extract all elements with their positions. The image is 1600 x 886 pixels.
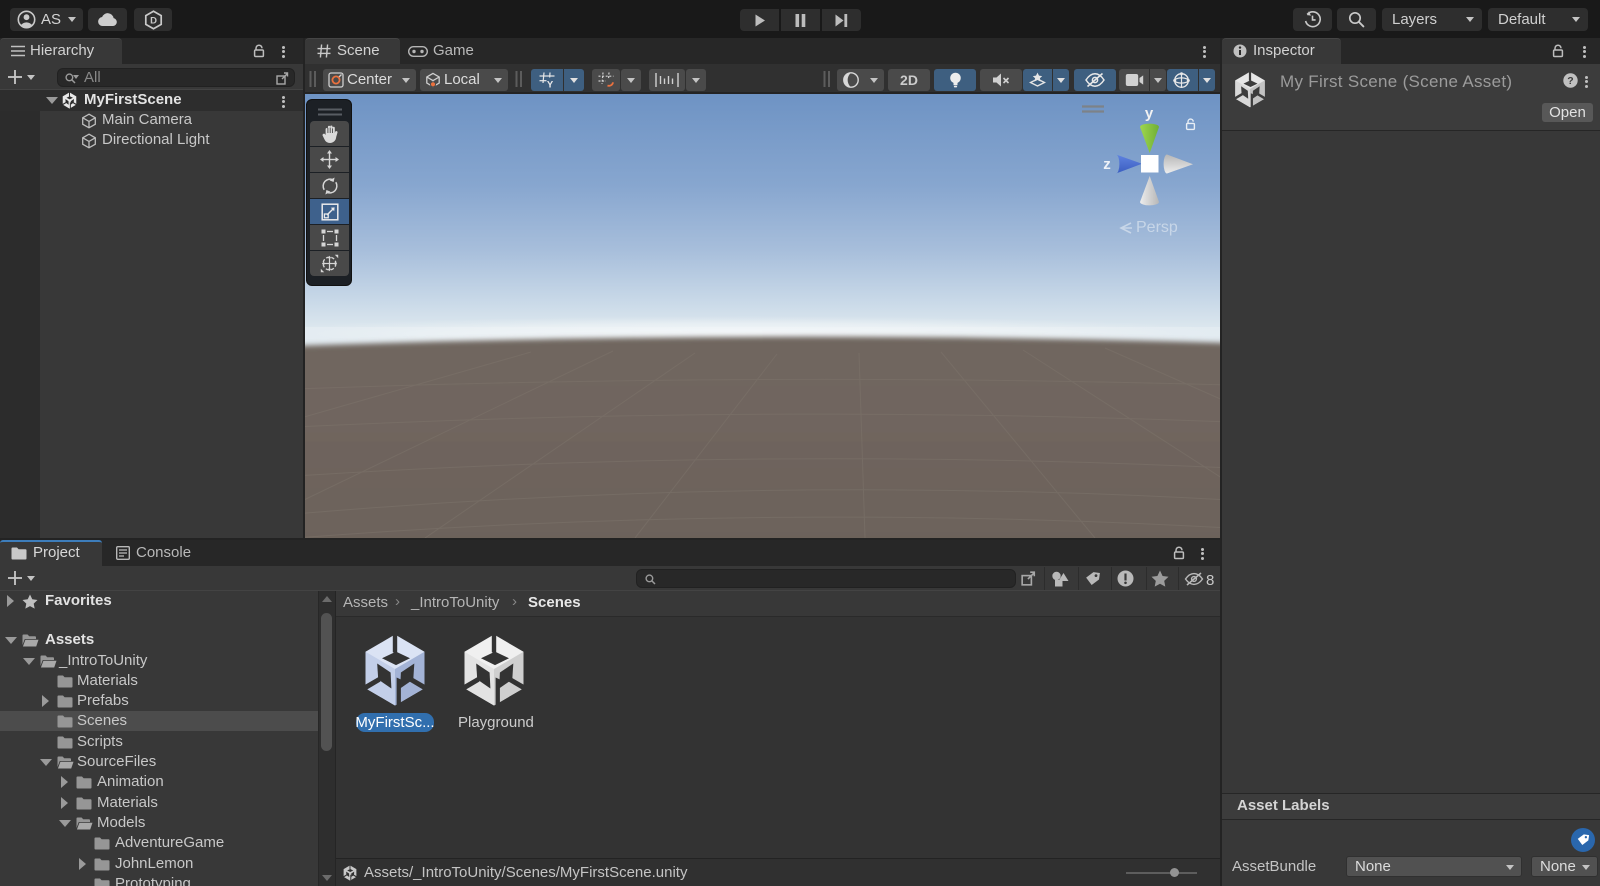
svg-text:z: z xyxy=(1103,156,1111,173)
svg-text:?: ? xyxy=(1567,75,1573,87)
svg-text:Y: Y xyxy=(547,80,554,88)
svg-text:D: D xyxy=(150,15,157,26)
svg-text:y: y xyxy=(1145,105,1154,122)
